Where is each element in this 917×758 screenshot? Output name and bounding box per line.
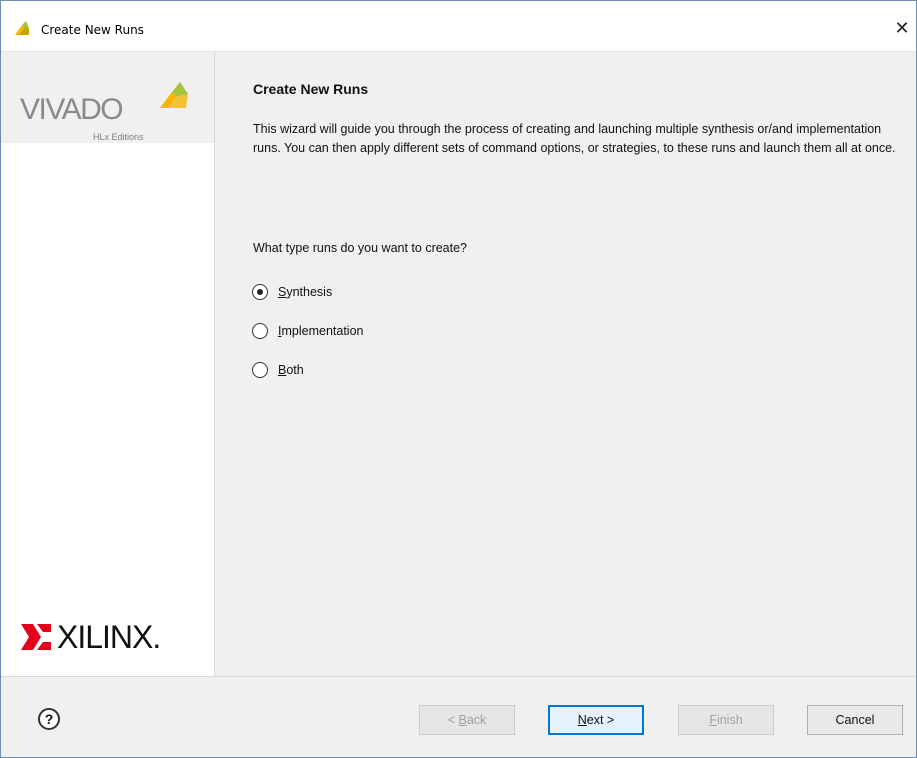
vivado-logo-text: VIVADO	[20, 93, 124, 126]
finish-button[interactable]: Finish	[678, 705, 774, 735]
back-rest: ack	[466, 713, 487, 727]
cancel-button[interactable]: Cancel	[807, 705, 903, 735]
title-bar[interactable]: Create New Runs ✕	[1, 1, 916, 51]
wizard-content: Create New Runs This wizard will guide y…	[215, 52, 916, 676]
next-mnemonic: N	[577, 713, 587, 727]
back-prefix: <	[447, 713, 459, 727]
next-button[interactable]: Next >	[548, 705, 644, 735]
window-title: Create New Runs	[41, 23, 144, 37]
label-rest: ynthesis	[286, 285, 333, 299]
finish-rest: inish	[716, 713, 743, 727]
radio-button[interactable]	[252, 323, 268, 339]
xilinx-sigma-icon	[21, 624, 51, 650]
vivado-leaf-icon	[160, 82, 188, 108]
sidebar-logo-area: VIVADO HLx Editions	[1, 52, 214, 143]
edition-label: HLx Editions	[93, 132, 144, 142]
create-new-runs-dialog: Create New Runs ✕ VIVADO HLx Editions XI…	[0, 0, 917, 758]
help-icon[interactable]: ?	[38, 708, 60, 730]
next-rest: ext >	[586, 713, 615, 727]
radio-label[interactable]: Both	[278, 363, 304, 377]
xilinx-logo-text: XILINX.	[57, 619, 161, 655]
radio-label[interactable]: Implementation	[278, 324, 363, 338]
close-icon[interactable]: ✕	[888, 15, 916, 43]
finish-mnemonic: F	[709, 713, 717, 727]
page-description: This wizard will guide you through the p…	[253, 122, 896, 155]
back-mnemonic: B	[458, 713, 467, 727]
label-rest: oth	[286, 363, 304, 377]
radio-button[interactable]	[252, 284, 268, 300]
radio-label[interactable]: Synthesis	[278, 285, 332, 299]
label-rest: mplementation	[281, 324, 364, 338]
radio-button[interactable]	[252, 362, 268, 378]
run-type-question: What type runs do you want to create?	[253, 241, 468, 255]
page-title: Create New Runs	[253, 81, 369, 97]
wizard-sidebar: VIVADO HLx Editions XILINX.	[1, 52, 215, 676]
vivado-app-icon	[15, 21, 29, 35]
footer-divider	[1, 676, 916, 677]
radio-selected-dot	[257, 289, 263, 295]
back-button[interactable]: < Back	[419, 705, 515, 735]
